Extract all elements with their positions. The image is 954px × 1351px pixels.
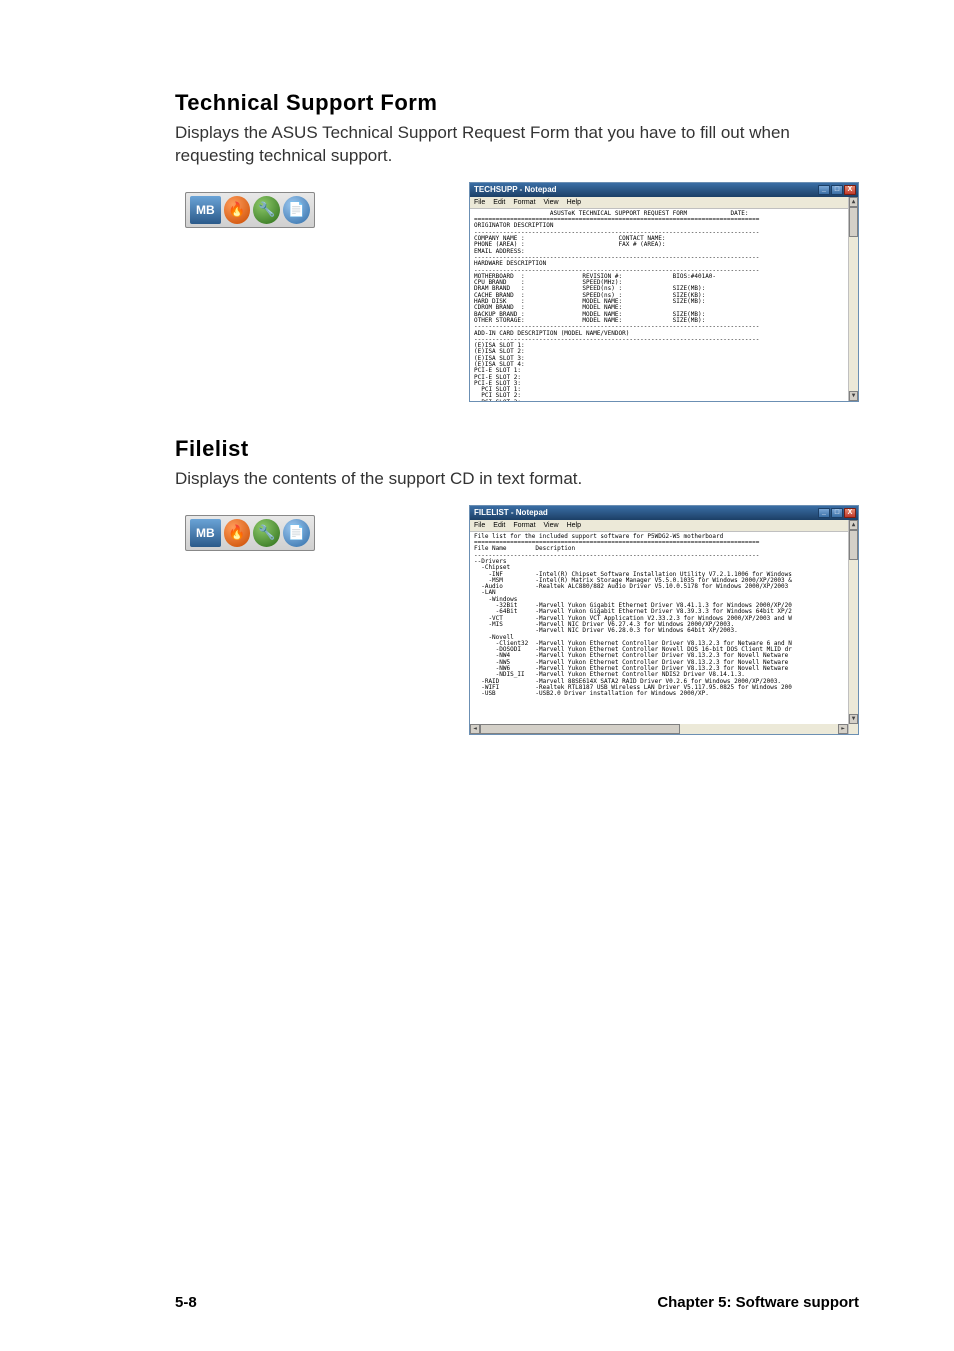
tech-support-row: MB 🔥 🔧 📄 TECHSUPP - Notepad _ □ X File E… — [175, 182, 859, 402]
vertical-scrollbar[interactable]: ▲ ▼ — [848, 520, 858, 734]
menu-view[interactable]: View — [544, 199, 559, 206]
flame-icon[interactable]: 🔥 — [224, 519, 251, 547]
notepad-text-area[interactable]: File list for the included support softw… — [470, 532, 858, 734]
mb-nav-strip: MB 🔥 🔧 📄 — [175, 192, 455, 228]
page-number: 5-8 — [175, 1294, 197, 1311]
filelist-notepad-window: FILELIST - Notepad _ □ X File Edit Forma… — [469, 505, 859, 735]
heading-tech-support: Technical Support Form — [175, 90, 859, 116]
menu-help[interactable]: Help — [567, 522, 581, 529]
page-footer: 5-8 Chapter 5: Software support — [175, 1294, 859, 1311]
menu-format[interactable]: Format — [513, 522, 535, 529]
window-buttons: _ □ X — [818, 185, 856, 195]
scroll-left-arrow-icon[interactable]: ◄ — [470, 724, 480, 734]
scroll-right-arrow-icon[interactable]: ► — [838, 724, 848, 734]
scroll-down-arrow-icon[interactable]: ▼ — [849, 391, 858, 401]
close-button[interactable]: X — [844, 185, 856, 195]
titlebar: TECHSUPP - Notepad _ □ X — [470, 183, 858, 197]
document-icon[interactable]: 📄 — [283, 196, 310, 224]
window-title: FILELIST - Notepad — [474, 508, 548, 517]
maximize-button[interactable]: □ — [831, 185, 843, 195]
section-filelist: Filelist Displays the contents of the su… — [175, 436, 859, 735]
chapter-title: Chapter 5: Software support — [657, 1294, 859, 1311]
heading-filelist: Filelist — [175, 436, 859, 462]
wrench-icon[interactable]: 🔧 — [253, 519, 280, 547]
mb-nav-box: MB 🔥 🔧 📄 — [185, 515, 315, 551]
text-line: -USB -USB2.0 Driver installation for Win… — [474, 691, 854, 697]
scroll-up-arrow-icon[interactable]: ▲ — [849, 197, 858, 207]
mb-nav-strip: MB 🔥 🔧 📄 — [175, 515, 455, 551]
scroll-h-thumb[interactable] — [480, 724, 680, 734]
scroll-thumb[interactable] — [849, 530, 858, 560]
minimize-button[interactable]: _ — [818, 185, 830, 195]
vertical-scrollbar[interactable]: ▲ ▼ — [848, 197, 858, 401]
close-button[interactable]: X — [844, 508, 856, 518]
menu-edit[interactable]: Edit — [493, 522, 505, 529]
menubar: File Edit Format View Help — [470, 520, 858, 532]
scroll-up-arrow-icon[interactable]: ▲ — [849, 520, 858, 530]
menu-file[interactable]: File — [474, 522, 485, 529]
mb-tab[interactable]: MB — [190, 196, 221, 224]
section-technical-support-form: Technical Support Form Displays the ASUS… — [175, 90, 859, 402]
minimize-button[interactable]: _ — [818, 508, 830, 518]
text-line: PCI SLOT 3: — [474, 400, 854, 401]
notepad-text-area[interactable]: ASUSTeK TECHNICAL SUPPORT REQUEST FORM D… — [470, 209, 858, 401]
maximize-button[interactable]: □ — [831, 508, 843, 518]
scroll-down-arrow-icon[interactable]: ▼ — [849, 714, 858, 724]
scroll-thumb[interactable] — [849, 207, 858, 237]
body-filelist: Displays the contents of the support CD … — [175, 468, 859, 491]
document-icon[interactable]: 📄 — [283, 519, 310, 547]
window-title: TECHSUPP - Notepad — [474, 185, 557, 194]
filelist-row: MB 🔥 🔧 📄 FILELIST - Notepad _ □ X File E… — [175, 505, 859, 735]
menu-help[interactable]: Help — [567, 199, 581, 206]
mb-tab[interactable]: MB — [190, 519, 221, 547]
menu-file[interactable]: File — [474, 199, 485, 206]
titlebar: FILELIST - Notepad _ □ X — [470, 506, 858, 520]
flame-icon[interactable]: 🔥 — [224, 196, 251, 224]
menubar: File Edit Format View Help — [470, 197, 858, 209]
wrench-icon[interactable]: 🔧 — [253, 196, 280, 224]
window-buttons: _ □ X — [818, 508, 856, 518]
horizontal-scrollbar[interactable]: ◄ ► — [470, 724, 848, 734]
menu-edit[interactable]: Edit — [493, 199, 505, 206]
menu-view[interactable]: View — [544, 522, 559, 529]
menu-format[interactable]: Format — [513, 199, 535, 206]
mb-nav-box: MB 🔥 🔧 📄 — [185, 192, 315, 228]
techsupp-notepad-window: TECHSUPP - Notepad _ □ X File Edit Forma… — [469, 182, 859, 402]
body-tech-support: Displays the ASUS Technical Support Requ… — [175, 122, 859, 168]
